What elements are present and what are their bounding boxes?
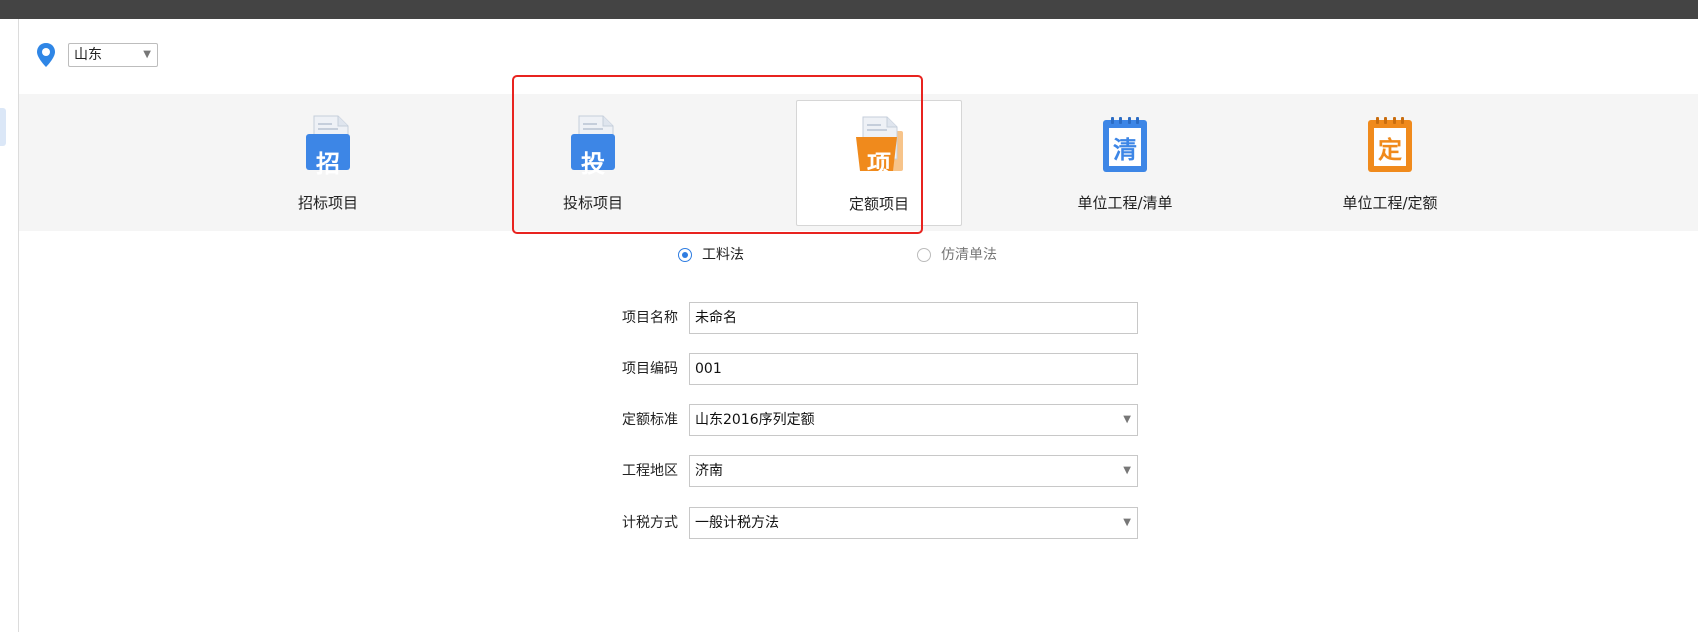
tax-method-select[interactable]: 一般计税方法 ▼ <box>689 507 1138 539</box>
unit-bill-label: 单位工程/清单 <box>1077 194 1173 212</box>
unit-quota-label: 单位工程/定额 <box>1342 194 1438 212</box>
tax-method-label: 计税方式 <box>622 515 678 531</box>
project-type-quota[interactable]: 项 定额项目 <box>796 100 962 226</box>
chevron-down-icon: ▼ <box>1123 517 1131 528</box>
location-pin-icon <box>37 43 55 67</box>
method-labor-material-label: 工料法 <box>702 247 744 263</box>
region-select[interactable]: 山东 ▼ <box>68 43 158 67</box>
region-select-value: 山东 <box>74 47 102 63</box>
project-code-label: 项目编码 <box>622 361 678 377</box>
unit-bill-icon-char: 清 <box>1113 136 1137 164</box>
tender-icon-char: 招 <box>316 150 340 178</box>
project-name-value: 未命名 <box>695 310 737 326</box>
tender-project-label: 招标项目 <box>297 194 358 212</box>
project-type-tender[interactable]: 招 招标项目 <box>245 100 411 226</box>
project-type-unit-bill[interactable]: 清 单位工程/清单 <box>1042 100 1208 226</box>
quota-standard-select[interactable]: 山东2016序列定额 ▼ <box>689 404 1138 436</box>
tax-method-value: 一般计税方法 <box>695 515 779 531</box>
quota-standard-value: 山东2016序列定额 <box>695 412 815 428</box>
chevron-down-icon: ▼ <box>1123 465 1131 476</box>
project-region-label: 工程地区 <box>622 463 678 479</box>
method-pseudo-bill-label: 仿清单法 <box>941 247 997 263</box>
project-code-value: 001 <box>695 361 722 377</box>
unit-quota-icon-char: 定 <box>1378 136 1402 164</box>
top-bar <box>0 0 1698 19</box>
bid-project-label: 投标项目 <box>562 194 623 212</box>
project-code-input[interactable]: 001 <box>689 353 1138 385</box>
method-pseudo-bill-radio[interactable]: 仿清单法 <box>917 245 997 265</box>
chevron-down-icon: ▼ <box>1123 414 1131 425</box>
project-name-label: 项目名称 <box>622 310 678 326</box>
quota-project-label: 定额项目 <box>848 195 909 213</box>
left-side-tab[interactable] <box>0 108 6 146</box>
project-type-bid[interactable]: 投 投标项目 <box>510 100 676 226</box>
quota-standard-label: 定额标准 <box>622 412 678 428</box>
radio-unchecked-icon <box>917 248 931 262</box>
radio-checked-icon <box>678 248 692 262</box>
project-region-value: 济南 <box>695 463 723 479</box>
project-type-unit-quota[interactable]: 定 单位工程/定额 <box>1307 100 1473 226</box>
chevron-down-icon: ▼ <box>143 49 151 60</box>
method-labor-material-radio[interactable]: 工料法 <box>678 245 744 265</box>
quota-icon-char: 项 <box>867 150 891 178</box>
project-region-select[interactable]: 济南 ▼ <box>689 455 1138 487</box>
project-name-input[interactable]: 未命名 <box>689 302 1138 334</box>
bid-icon-char: 投 <box>581 150 605 178</box>
